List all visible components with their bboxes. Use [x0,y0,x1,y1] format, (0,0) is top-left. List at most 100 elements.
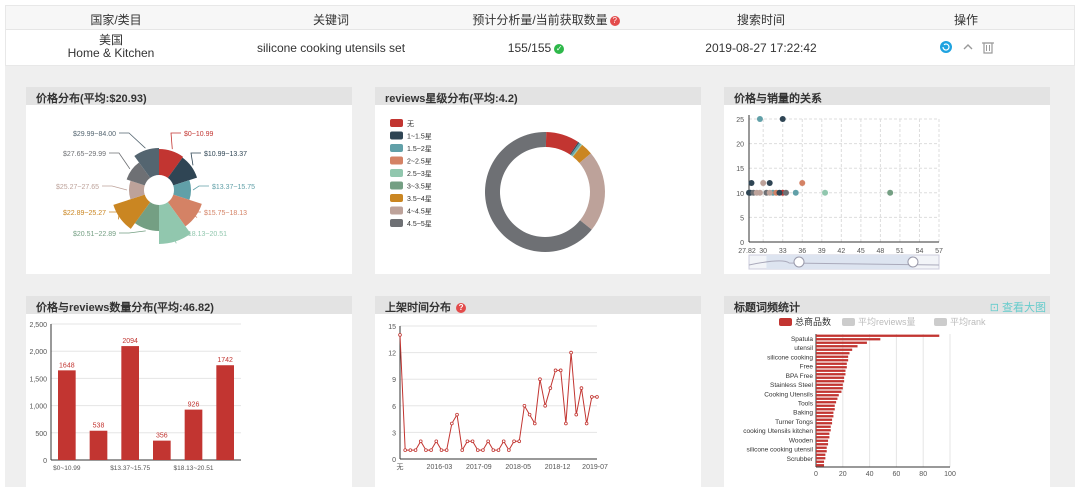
scatter-point [756,116,763,122]
line-point [574,412,579,417]
rose-label-line [109,152,131,170]
header-country: 国家/类目 [90,13,142,27]
y-tick-label: Baking [793,410,813,417]
y-tick-label: 0 [740,240,744,247]
line-point [403,448,407,452]
donut-slice [579,153,605,230]
x-tick-label: 54 [916,248,924,255]
x-tick-label: 0 [814,471,818,478]
view-large-link[interactable]: ⊡ 查看大图 [990,299,1046,315]
category-text: Home & Kitchen [67,46,155,60]
y-tick-label: 0 [43,458,47,465]
panel-title: 价格与reviews数量分布(平均:46.82) [26,296,352,314]
line-point [481,448,485,452]
h-bar [816,411,834,414]
legend-label: 4~4.5星 [407,208,432,216]
legend-swatch [934,318,947,326]
x-tick-label: 57 [935,248,943,255]
search-record-table: 国家/类目 关键词 预计分析量/当前获取数量? 搜索时间 操作 美国 Home … [5,5,1075,66]
y-tick-label: Scrubber [787,456,814,463]
h-bar [816,401,837,404]
scatter-point [766,189,773,196]
listing-time-panel: 上架时间分布 ? 0 3 6 9 12 15 无 2016-03 2017-09 2018-05 2… [375,296,701,487]
line-point [548,386,553,390]
y-tick-label: 2,500 [29,322,47,329]
h-bar [816,422,833,425]
country-category-cell: 美国 Home & Kitchen [61,34,161,60]
h-bar [816,376,845,379]
line-point [475,448,480,452]
x-tick-label: 36 [798,248,806,255]
rose-label-line [119,230,146,234]
scatter-point [776,189,783,196]
legend-swatch [390,194,403,202]
y-tick-label: utensil [794,345,813,352]
x-tick-label: 2018-05 [505,464,531,471]
title-words-bar-chart: 总商品数 平均reviews量 平均rank 0 20 40 60 80 100 Spatula u… [743,316,986,478]
bar-value-label: 1742 [217,357,233,364]
line-point [450,421,454,426]
line-point [455,412,459,417]
scatter-point [748,179,755,186]
legend-label: 4.5~5星 [407,220,432,228]
h-bar [816,387,843,390]
y-tick-label: 500 [35,431,47,438]
legend-label: 平均rank [950,316,986,327]
h-bar [816,338,881,341]
x-tick-label: 2017-09 [466,464,492,471]
x-tick-label: $18.13~20.51 [174,465,214,472]
line-point [418,439,423,444]
listing-time-line-chart: 0 3 6 9 12 15 无 2016-03 2017-09 2018-05 2018-12 201… [388,324,608,471]
time-cell: 2019-08-27 17:22:42 [705,41,817,55]
price-sales-panel: 价格与销量的关系 27.82 30 33 36 39 42 45 48 51 54 57 0 5 10 15… [724,87,1050,274]
line-point [569,350,573,355]
x-tick-label: 20 [839,471,847,478]
legend-swatch [390,181,403,190]
line-point [460,448,465,452]
legend-swatch [779,318,792,326]
action-icons [940,41,994,54]
h-bar [816,359,849,362]
question-icon[interactable]: ? [609,15,620,26]
x-tick-label: 45 [857,248,865,255]
legend-label: 2.5~3星 [407,170,432,178]
keyword-cell: silicone cooking utensils set [256,41,406,55]
line-point [501,439,506,444]
h-bar [816,390,842,393]
h-bar [816,352,850,355]
x-tick-label: 100 [944,471,956,478]
line-point [413,448,418,452]
y-tick-label: 1,000 [29,404,47,411]
line-point [590,395,594,399]
x-tick-label: 33 [779,248,787,255]
legend-label: 1.5~2星 [407,145,432,153]
y-tick-label: silicone cooking utensil [747,447,814,454]
line-point [424,448,428,452]
h-bar [816,457,826,460]
header-action: 操作 [953,13,978,27]
chevron-up-icon[interactable] [963,44,973,50]
price-reviews-panel: 价格与reviews数量分布(平均:46.82) 0 500 1,000 1,500 2… [26,296,352,487]
refresh-icon[interactable] [940,41,952,53]
table-header: 国家/类目 关键词 预计分析量/当前获取数量? 搜索时间 操作 [6,6,1074,30]
h-bar [816,362,847,365]
h-bar [816,408,835,411]
legend-label: 总商品数 [795,316,831,327]
h-bar [816,394,839,397]
trash-icon[interactable] [982,42,994,54]
panel-title: reviews星级分布(平均:4.2) [375,87,701,105]
rose-label: $20.51~22.89 [73,231,116,238]
h-bar [816,443,829,446]
rose-label: $10.99~13.37 [204,151,247,158]
h-bar [816,418,833,421]
bar [184,409,203,460]
panel-title-text: 上架时间分布 [385,302,451,314]
h-bar [816,415,834,418]
y-tick-label: 10 [736,191,744,198]
h-bar [816,348,853,351]
line-point [553,368,558,373]
rose-label-line [192,185,209,191]
h-bar [816,450,827,453]
question-icon[interactable]: ? [456,303,467,314]
h-bar [816,404,835,407]
